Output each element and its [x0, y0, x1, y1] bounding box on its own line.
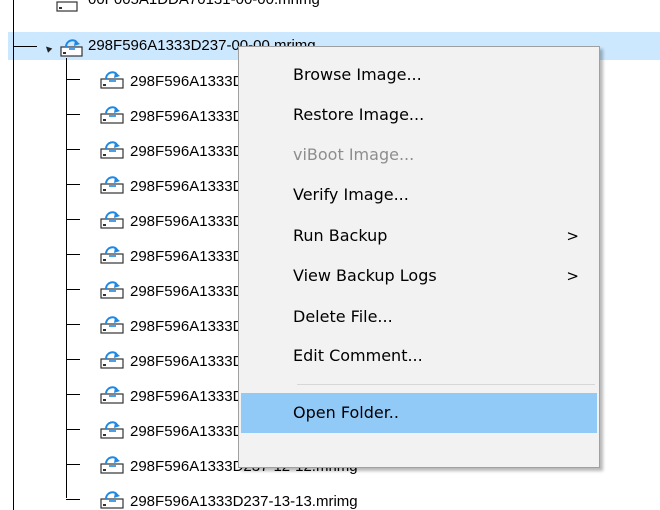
menu-item-edit-comment[interactable]: Edit Comment... [241, 336, 597, 376]
menu-item-label: Edit Comment... [293, 346, 423, 365]
tree-line [66, 58, 67, 498]
tree-row-label: 00F005A1DDA70131-00-00.mrimg [88, 0, 320, 10]
menu-item-open-folder[interactable]: Open Folder.. [241, 393, 597, 433]
tree-line [66, 114, 80, 115]
tree-line [66, 359, 80, 360]
menu-item-label: Run Backup [293, 226, 388, 245]
backup-image-icon [56, 0, 78, 12]
tree-line [66, 184, 80, 185]
tree-row[interactable]: 298F596A1333D237-13-13.mrimg [98, 487, 638, 510]
menu-item-verify-image[interactable]: Verify Image... [241, 175, 597, 215]
tree-line [66, 149, 80, 150]
context-menu: Browse Image... Restore Image... viBoot Im… [238, 46, 600, 468]
tree-line [13, 46, 37, 47]
menu-item-viboot-image: viBoot Image... [241, 135, 597, 175]
tree-line [66, 219, 80, 220]
menu-item-view-backup-logs[interactable]: View Backup Logs > [241, 256, 597, 296]
tree-line [66, 429, 80, 430]
menu-item-label: Verify Image... [293, 185, 409, 204]
tree-line [66, 289, 80, 290]
backup-image-icon [60, 36, 83, 57]
tree-row-label: 298F596A1333D237-13-13.mrimg [130, 493, 358, 510]
menu-item-label: View Backup Logs [293, 266, 437, 285]
menu-item-label: Browse Image... [293, 65, 422, 84]
menu-item-browse-image[interactable]: Browse Image... [241, 55, 597, 95]
menu-item-label: Delete File... [293, 307, 393, 326]
menu-item-label: Open Folder.. [293, 403, 399, 422]
tree-row-partial[interactable]: 00F005A1DDA70131-00-00.mrimg [0, 0, 660, 18]
menu-item-run-backup[interactable]: Run Backup > [241, 216, 597, 256]
menu-separator [297, 384, 595, 385]
tree-line [66, 254, 80, 255]
submenu-arrow-icon: > [566, 267, 579, 285]
menu-item-restore-image[interactable]: Restore Image... [241, 95, 597, 135]
menu-item-delete-file[interactable]: Delete File... [241, 297, 597, 337]
tree-line [66, 79, 80, 80]
tree-line [66, 499, 80, 500]
menu-item-label: Restore Image... [293, 105, 425, 124]
submenu-arrow-icon: > [566, 227, 579, 245]
menu-item-label: viBoot Image... [293, 145, 415, 164]
tree-line [66, 394, 80, 395]
tree-line [66, 324, 80, 325]
tree-line [13, 0, 14, 510]
tree-line [66, 464, 80, 465]
